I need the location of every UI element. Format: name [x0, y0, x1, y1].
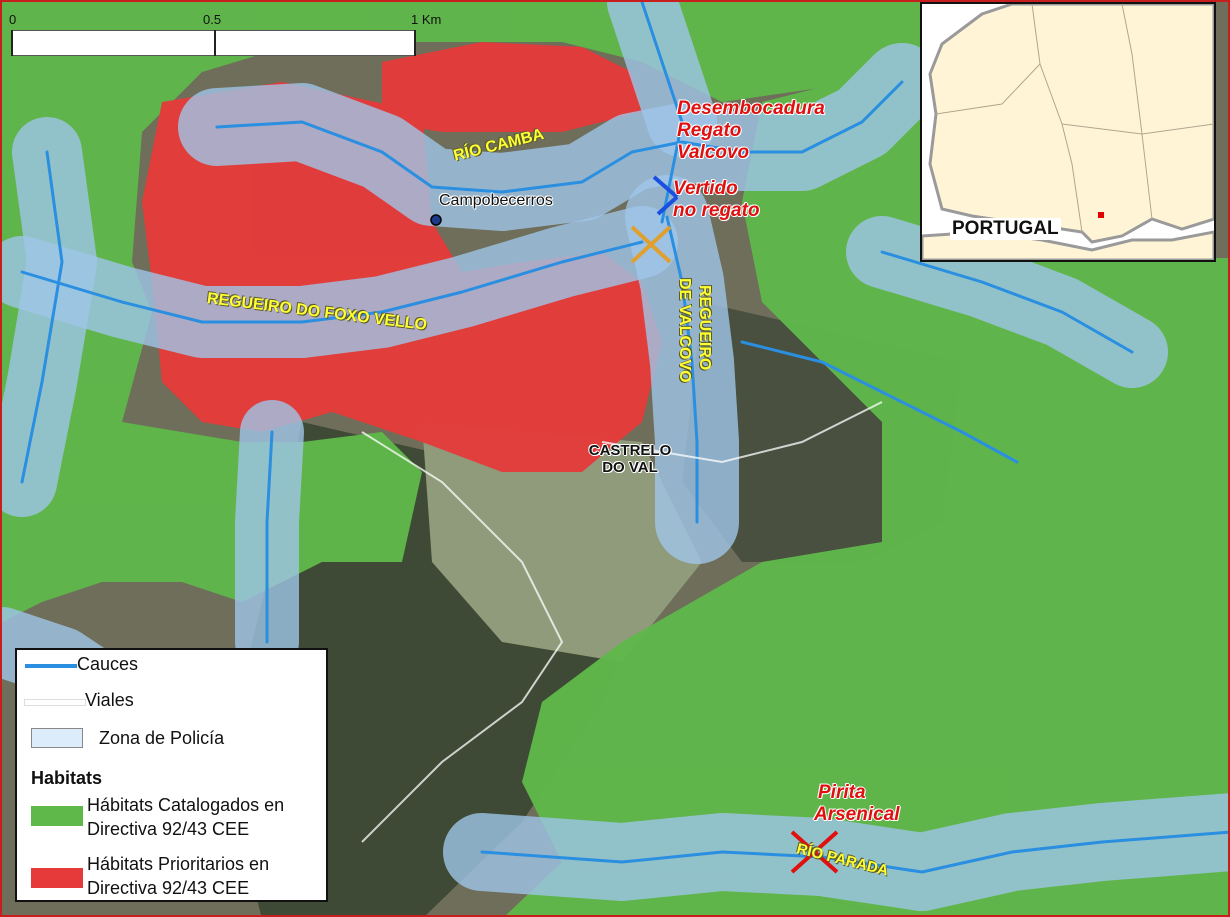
scalebar: 0 0.5 1 Km	[7, 10, 452, 56]
label-desembocadura: Desembocadura Regato Valcovo	[677, 98, 825, 164]
label-pirita-line2: Arsenical	[814, 804, 900, 825]
inset-location-marker	[1098, 212, 1104, 218]
legend-swatch-viales	[25, 700, 85, 705]
inset-label-portugal: PORTUGAL	[950, 218, 1061, 240]
label-desembocadura-line3: Valcovo	[677, 142, 750, 163]
label-desembocadura-line1: Desembocadura	[677, 98, 825, 119]
legend-label-catalogados-line1: Hábitats Catalogados en	[87, 795, 285, 815]
scalebar-tick-end: 1 Km	[411, 12, 442, 27]
scalebar-tick-line-start	[11, 30, 13, 56]
legend-swatch-zona-policia	[31, 728, 83, 748]
label-pirita: Pirita Arsenical	[814, 782, 900, 826]
label-castrelo-line1: CASTRELO	[588, 442, 672, 459]
legend-label-cauces: Cauces	[77, 654, 139, 674]
label-desembocadura-line2: Regato	[677, 120, 742, 141]
legend-label-prioritarios-line1: Hábitats Prioritarios en	[87, 854, 270, 874]
map-canvas[interactable]: 0 0.5 1 Km RÍO CAMBA Campobecerros REGUE…	[0, 0, 1230, 917]
label-regueiro-valcovo-2: DE VALCOVO	[674, 278, 694, 383]
legend-swatch-cauces	[25, 664, 77, 668]
label-regueiro-valcovo: REGUEIRO	[694, 285, 714, 370]
campobecerros-point	[430, 214, 442, 226]
legend-label-catalogados: Hábitats Catalogados en Directiva 92/43 …	[87, 793, 284, 841]
label-vertido-line2: no regato	[673, 200, 760, 221]
scalebar-tick-mid: 0.5	[203, 12, 222, 27]
scalebar-tick-line-end	[414, 30, 416, 56]
legend-panel: Cauces Viales Zona de Policía Habitats H…	[15, 648, 328, 902]
scalebar-tick-line-mid	[214, 30, 216, 56]
legend-label-viales: Viales	[85, 690, 134, 710]
legend-label-prioritarios: Hábitats Prioritarios en Directiva 92/43…	[87, 852, 269, 900]
label-vertido-line1: Vertido	[673, 178, 738, 199]
label-vertido: Vertido no regato	[673, 178, 760, 222]
legend-title-habitats: Habitats	[31, 768, 103, 788]
label-pirita-line1: Pirita	[818, 782, 866, 803]
zona-policia-west-stream	[2, 117, 97, 517]
label-regueiro-valcovo-line1: REGUEIRO	[696, 285, 713, 371]
legend-swatch-catalogados	[31, 806, 83, 826]
scalebar-tick-0: 0	[9, 12, 17, 27]
label-regueiro-valcovo-line2: DE VALCOVO	[676, 278, 693, 383]
inset-locator-map: PORTUGAL	[920, 2, 1216, 262]
inset-land-galicia	[928, 4, 1214, 244]
label-castrelo-do-val: CASTRELO DO VAL	[584, 442, 676, 476]
legend-swatch-prioritarios	[31, 868, 83, 888]
legend-label-zona-policia: Zona de Policía	[99, 728, 225, 748]
label-campobecerros: Campobecerros	[439, 192, 553, 209]
legend-label-prioritarios-line2: Directiva 92/43 CEE	[87, 878, 250, 898]
legend-label-catalogados-line2: Directiva 92/43 CEE	[87, 819, 250, 839]
label-castrelo-line2: DO VAL	[602, 459, 658, 476]
